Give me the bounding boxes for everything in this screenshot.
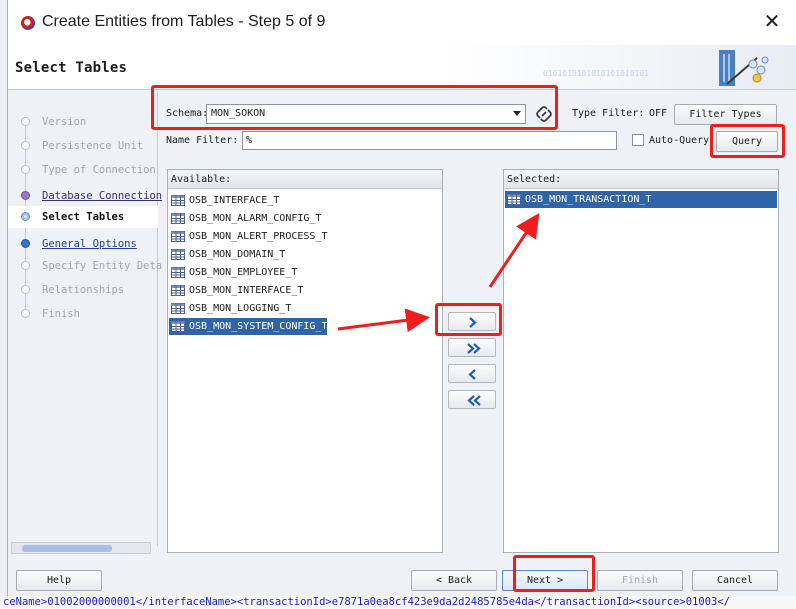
annotation-arrow-to-shuttle (337, 308, 430, 333)
annotation-arrow-to-selected (488, 213, 540, 288)
annotation-arrows (337, 213, 540, 333)
